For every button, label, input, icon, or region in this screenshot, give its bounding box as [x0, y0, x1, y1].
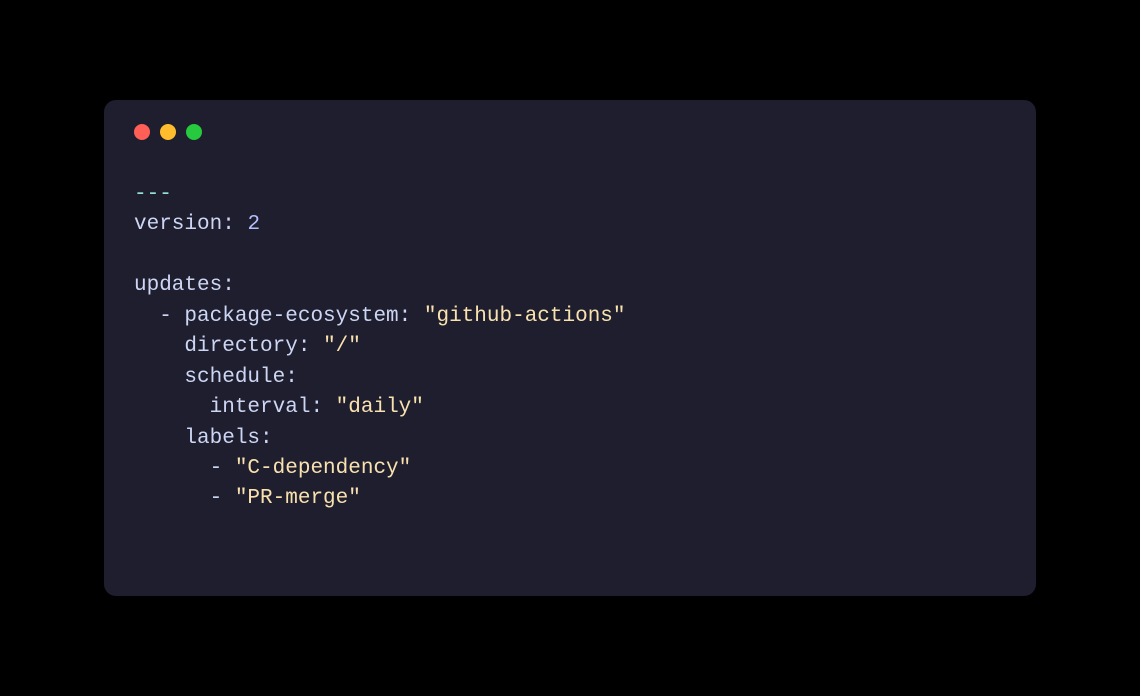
yaml-doc-start: --- — [134, 183, 172, 206]
minimize-icon[interactable] — [160, 124, 176, 140]
yaml-dash: - — [134, 305, 184, 328]
code-block: --- version: 2 updates: - package-ecosys… — [134, 180, 1006, 515]
yaml-key-schedule: schedule: — [184, 366, 297, 389]
yaml-key-updates: updates: — [134, 274, 235, 297]
yaml-indent — [134, 396, 210, 419]
yaml-value-label-2: "PR-merge" — [235, 487, 361, 510]
window-titlebar — [134, 124, 1006, 140]
yaml-indent — [134, 335, 184, 358]
yaml-indent — [134, 366, 184, 389]
yaml-value-interval: "daily" — [336, 396, 424, 419]
yaml-dash: - — [134, 487, 235, 510]
yaml-dash: - — [134, 457, 235, 480]
yaml-value-label-1: "C-dependency" — [235, 457, 411, 480]
yaml-key-version: version: — [134, 213, 235, 236]
yaml-key-package-ecosystem: package-ecosystem: — [184, 305, 411, 328]
yaml-indent — [134, 427, 184, 450]
yaml-key-interval: interval: — [210, 396, 323, 419]
close-icon[interactable] — [134, 124, 150, 140]
yaml-key-labels: labels: — [184, 427, 272, 450]
yaml-value-version: 2 — [247, 213, 260, 236]
yaml-value-package-ecosystem: "github-actions" — [424, 305, 626, 328]
maximize-icon[interactable] — [186, 124, 202, 140]
yaml-key-directory: directory: — [184, 335, 310, 358]
code-window: --- version: 2 updates: - package-ecosys… — [104, 100, 1036, 596]
yaml-value-directory: "/" — [323, 335, 361, 358]
